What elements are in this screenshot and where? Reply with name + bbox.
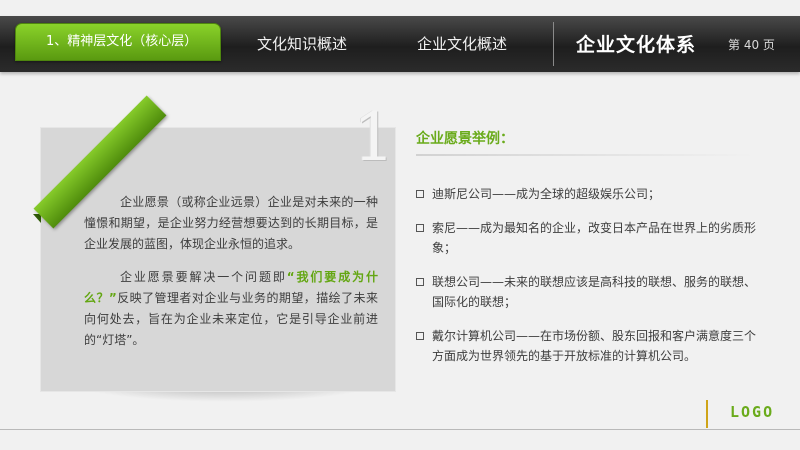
tab-culture-knowledge-overview[interactable]: 文化知识概述 <box>232 16 372 72</box>
vision-paragraph-2: 企业愿景要解决一个问题即“我们要成为什么？”反映了管理者对企业与业务的期望，描绘… <box>84 267 378 351</box>
examples-list: 迪斯尼公司——成为全球的超级娱乐公司； 索尼——成为最知名的企业，改变日本产品在… <box>416 184 760 380</box>
example-text: 索尼——成为最知名的企业，改变日本产品在世界上的劣质形象； <box>432 221 757 255</box>
square-bullet-icon <box>416 224 424 232</box>
nav-divider <box>553 22 554 66</box>
para2-tail: 反映了管理者对企业与业务的期望，描绘了未来向何处去，旨在为企业未来定位，它是引导… <box>84 291 378 347</box>
list-item: 迪斯尼公司——成为全球的超级娱乐公司； <box>416 184 760 204</box>
example-text: 联想公司——未来的联想应该是高科技的联想、服务的联想、国际化的联想； <box>432 275 757 309</box>
bottom-divider <box>0 429 800 430</box>
square-bullet-icon <box>416 190 424 198</box>
examples-divider <box>416 154 754 156</box>
tab-spiritual-culture[interactable]: 1、精神层文化（核心层） <box>15 23 221 61</box>
vision-description: 企业愿景（或称企业远景）企业是对未来的一种憧憬和期望，是企业努力经营想要达到的长… <box>84 192 378 351</box>
list-item: 戴尔计算机公司——在市场份额、股东回报和客户满意度三个方面成为世界领先的基于开放… <box>416 326 760 366</box>
example-text: 迪斯尼公司——成为全球的超级娱乐公司； <box>432 187 661 201</box>
current-section-title: 企业文化体系 <box>575 34 696 56</box>
square-bullet-icon <box>416 332 424 340</box>
list-item: 索尼——成为最知名的企业，改变日本产品在世界上的劣质形象； <box>416 218 760 258</box>
examples-heading: 企业愿景举例： <box>416 131 514 147</box>
card-number: 1 <box>353 99 395 176</box>
square-bullet-icon <box>416 278 424 286</box>
page-number: 第 40 页 <box>728 38 775 52</box>
logo: LOGO <box>730 403 775 421</box>
logo-accent-bar <box>706 400 708 428</box>
tab-corporate-culture-overview[interactable]: 企业文化概述 <box>392 16 532 72</box>
para2-lead: 企业愿景要解决一个问题即 <box>120 270 287 284</box>
vision-paragraph-1: 企业愿景（或称企业远景）企业是对未来的一种憧憬和期望，是企业努力经营想要达到的长… <box>84 195 378 251</box>
example-text: 戴尔计算机公司——在市场份额、股东回报和客户满意度三个方面成为世界领先的基于开放… <box>432 329 757 363</box>
list-item: 联想公司——未来的联想应该是高科技的联想、服务的联想、国际化的联想； <box>416 272 760 312</box>
